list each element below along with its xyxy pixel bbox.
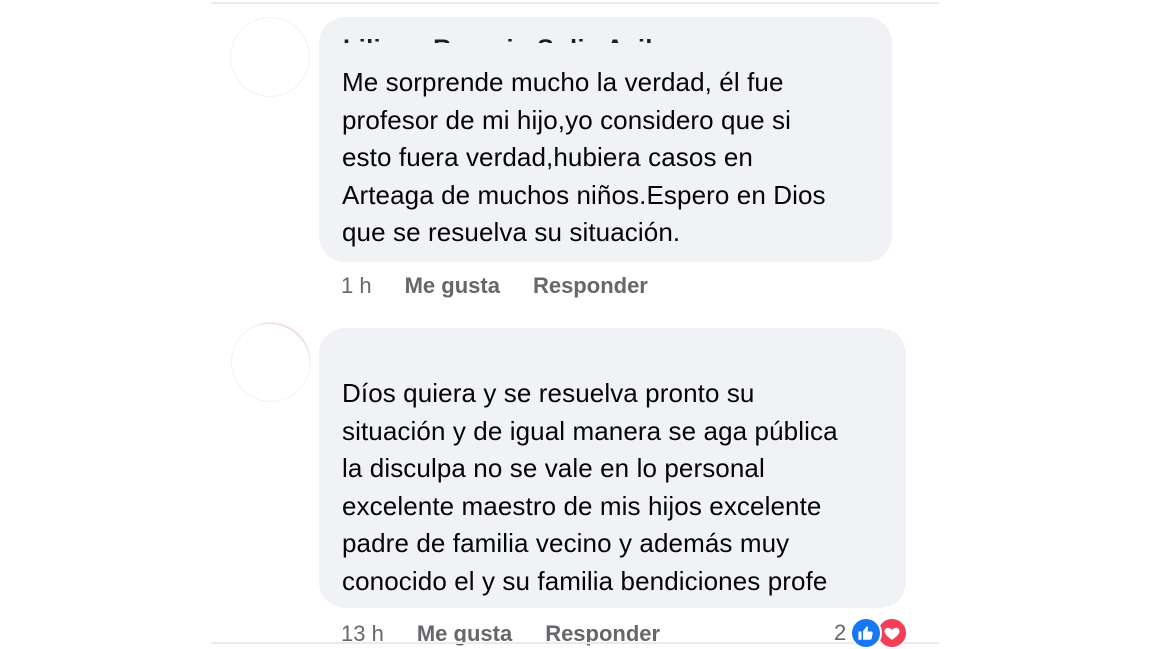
divider-top: [211, 2, 939, 4]
comment-timestamp[interactable]: 13 h: [341, 619, 384, 649]
avatar[interactable]: [230, 17, 310, 97]
comment-actions: 13 h Me gusta Responder: [341, 619, 693, 649]
thumbs-up-glyph: [858, 626, 873, 640]
like-button[interactable]: Me gusta: [417, 619, 512, 649]
reply-button[interactable]: Responder: [545, 619, 660, 649]
divider-bottom: [211, 642, 939, 644]
comment-text: Me sorprende mucho la verdad, él fue pro…: [342, 67, 826, 247]
heart-glyph: [884, 627, 900, 640]
comment-author[interactable]: Liliana Rosario Solis Avila: [343, 31, 667, 43]
comment-text: Díos quiera y se resuelva pronto su situ…: [342, 378, 838, 596]
avatar[interactable]: [231, 322, 311, 402]
comment-bubble: Díos quiera y se resuelva pronto su situ…: [319, 328, 906, 608]
like-icon: [850, 617, 883, 649]
comment-actions: 1 h Me gusta Responder: [341, 271, 681, 301]
comment-timestamp[interactable]: 1 h: [341, 271, 372, 301]
reaction-summary[interactable]: 2: [834, 617, 909, 649]
reply-button[interactable]: Responder: [533, 271, 648, 301]
comment-bubble: Liliana Rosario Solis Avila Me sorprende…: [319, 17, 892, 262]
like-button[interactable]: Me gusta: [405, 271, 500, 301]
